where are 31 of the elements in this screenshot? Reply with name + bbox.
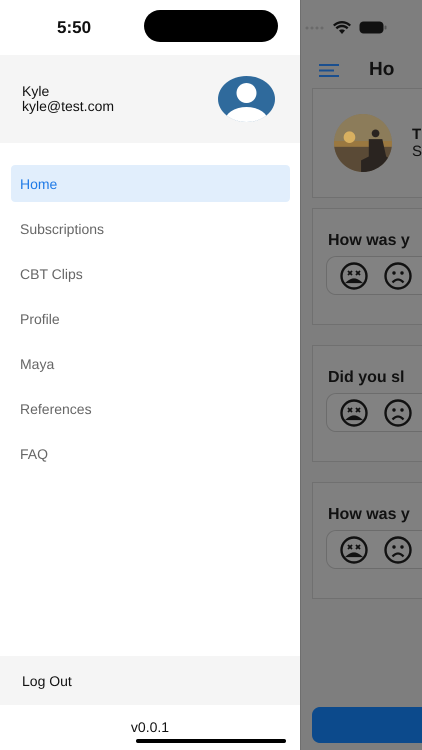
menu-item[interactable]: CBT Clips	[11, 255, 290, 292]
menu-item[interactable]: Home	[11, 165, 290, 202]
menu-item[interactable]: References	[11, 390, 290, 427]
mood-selector[interactable]	[326, 256, 422, 295]
user-name: Kyle	[22, 84, 50, 99]
mood-selector[interactable]	[326, 530, 422, 569]
menu-item[interactable]: Profile	[11, 300, 290, 337]
version-label: v0.0.1	[130, 719, 170, 737]
sad-face-icon[interactable]	[383, 534, 413, 564]
dizzy-face-icon[interactable]	[339, 398, 369, 428]
question-text: How was y	[327, 232, 411, 250]
dizzy-face-icon[interactable]	[339, 534, 369, 564]
featured-card[interactable]: T S	[312, 88, 422, 198]
dizzy-face-icon[interactable]	[339, 260, 369, 290]
avatar-icon[interactable]	[218, 76, 275, 122]
user-email: kyle@test.com	[22, 99, 114, 114]
question-text: Did you sl	[327, 369, 406, 387]
menu-item[interactable]: Subscriptions	[11, 210, 290, 247]
mood-selector[interactable]	[326, 393, 422, 432]
question-text: How was y	[327, 506, 411, 524]
screen-title: Ho	[369, 59, 394, 81]
card-subtitle: S	[412, 143, 422, 160]
wifi-icon	[333, 21, 351, 34]
logout-item[interactable]: Log Out	[0, 656, 300, 705]
sad-face-icon[interactable]	[383, 260, 413, 290]
card-title: T	[412, 126, 422, 143]
battery-icon	[359, 21, 387, 34]
sad-face-icon[interactable]	[383, 398, 413, 428]
menu-item[interactable]: FAQ	[11, 435, 290, 472]
menu-item[interactable]: Maya	[11, 345, 290, 382]
status-time: 5:50	[57, 18, 92, 38]
